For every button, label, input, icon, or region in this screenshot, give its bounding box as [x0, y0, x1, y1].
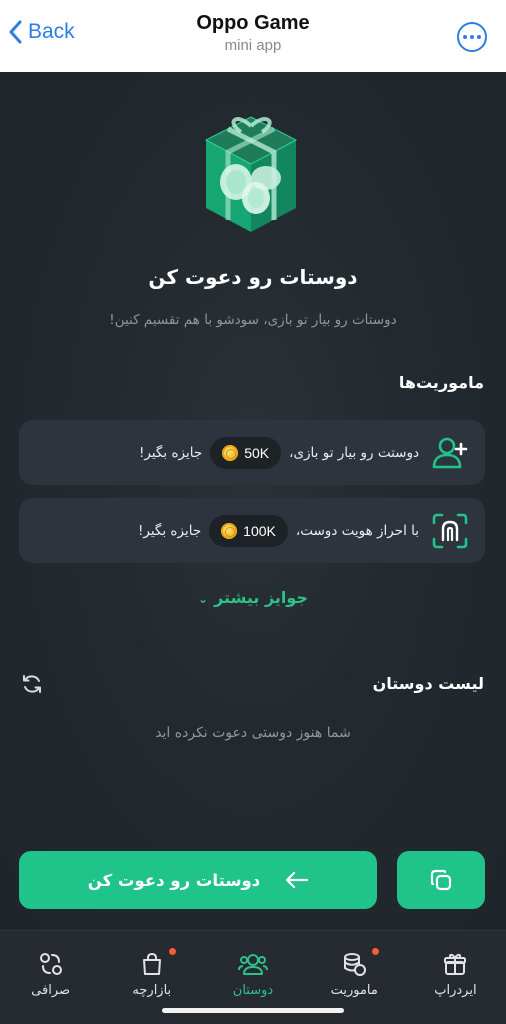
- app-title: Oppo Game: [196, 12, 310, 34]
- nav-label: صرافی: [31, 983, 71, 998]
- shopping-bag-icon: [142, 952, 161, 975]
- page-subline: دوستات رو بیار تو بازی، سودشو با هم تقسی…: [109, 312, 397, 328]
- bottom-nav: ایردراپ ماموریت دوستان بازارچه صرافی: [0, 930, 506, 1024]
- coins-stack-icon: [344, 953, 367, 976]
- nav-label: دوستان: [232, 983, 274, 998]
- face-id-icon: [429, 510, 471, 552]
- notification-badge: [371, 948, 379, 955]
- reward-value: 50K: [244, 444, 270, 461]
- mission-card[interactable]: با احراز هویت دوست، 100K جایزه بگیر!: [19, 498, 485, 563]
- friends-list-title: لیست دوستان: [372, 674, 484, 693]
- top-bar: Back Oppo Game mini app: [0, 0, 506, 72]
- page-headline: دوستات رو دعوت کن: [148, 265, 358, 289]
- reward-pill: 50K: [210, 436, 282, 469]
- gift-icon: [444, 954, 467, 975]
- title-block: Oppo Game mini app: [0, 12, 506, 54]
- main-content: دوستات رو دعوت کن دوستات رو بیار تو بازی…: [0, 72, 506, 930]
- arrow-left-icon: [286, 872, 309, 888]
- more-dots-icon: [463, 35, 467, 39]
- friends-empty-text: شما هنوز دوستی دعوت نکرده اید: [155, 725, 351, 741]
- users-icon: [238, 954, 268, 975]
- invite-label: دوستات رو دعوت کن: [87, 870, 261, 890]
- more-prizes-label: جوایز بیشتر: [214, 588, 308, 607]
- more-prizes-link[interactable]: جوایز بیشتر ⌄: [0, 588, 506, 607]
- app-subtitle: mini app: [224, 37, 282, 54]
- nav-item-friends[interactable]: دوستان: [202, 931, 303, 1011]
- nav-item-airdrop[interactable]: ایردراپ: [405, 931, 506, 1011]
- mission-text: با احراز هویت دوست،: [295, 522, 419, 539]
- refresh-icon[interactable]: [20, 672, 44, 696]
- copy-link-button[interactable]: [397, 851, 485, 909]
- chevron-down-icon: ⌄: [198, 592, 209, 606]
- gift-box-icon: [204, 116, 298, 232]
- nav-label: ایردراپ: [434, 983, 477, 998]
- more-button[interactable]: [457, 22, 487, 52]
- notification-badge: [169, 948, 177, 955]
- mission-suffix: جایزه بگیر!: [139, 444, 203, 461]
- exchange-icon: [39, 953, 62, 975]
- home-indicator: [162, 1008, 344, 1013]
- user-plus-icon: [429, 432, 471, 474]
- reward-pill: 100K: [209, 514, 288, 547]
- nav-label: بازارچه: [132, 983, 172, 998]
- copy-icon: [430, 869, 452, 891]
- mission-card[interactable]: دوستت رو بیار تو بازی، 50K جایزه بگیر!: [19, 420, 485, 485]
- nav-item-marketplace[interactable]: بازارچه: [101, 931, 202, 1011]
- missions-title: ماموریت‌ها: [398, 373, 484, 392]
- mission-suffix: جایزه بگیر!: [137, 522, 202, 539]
- reward-value: 100K: [243, 522, 276, 539]
- coin-icon: [221, 522, 238, 539]
- invite-friends-button[interactable]: دوستات رو دعوت کن: [19, 851, 377, 909]
- nav-label: ماموریت: [330, 983, 378, 998]
- coin-icon: [222, 444, 239, 461]
- mission-text: دوستت رو بیار تو بازی،: [289, 444, 419, 461]
- nav-item-missions[interactable]: ماموریت: [304, 931, 405, 1011]
- nav-item-exchange[interactable]: صرافی: [0, 931, 101, 1011]
